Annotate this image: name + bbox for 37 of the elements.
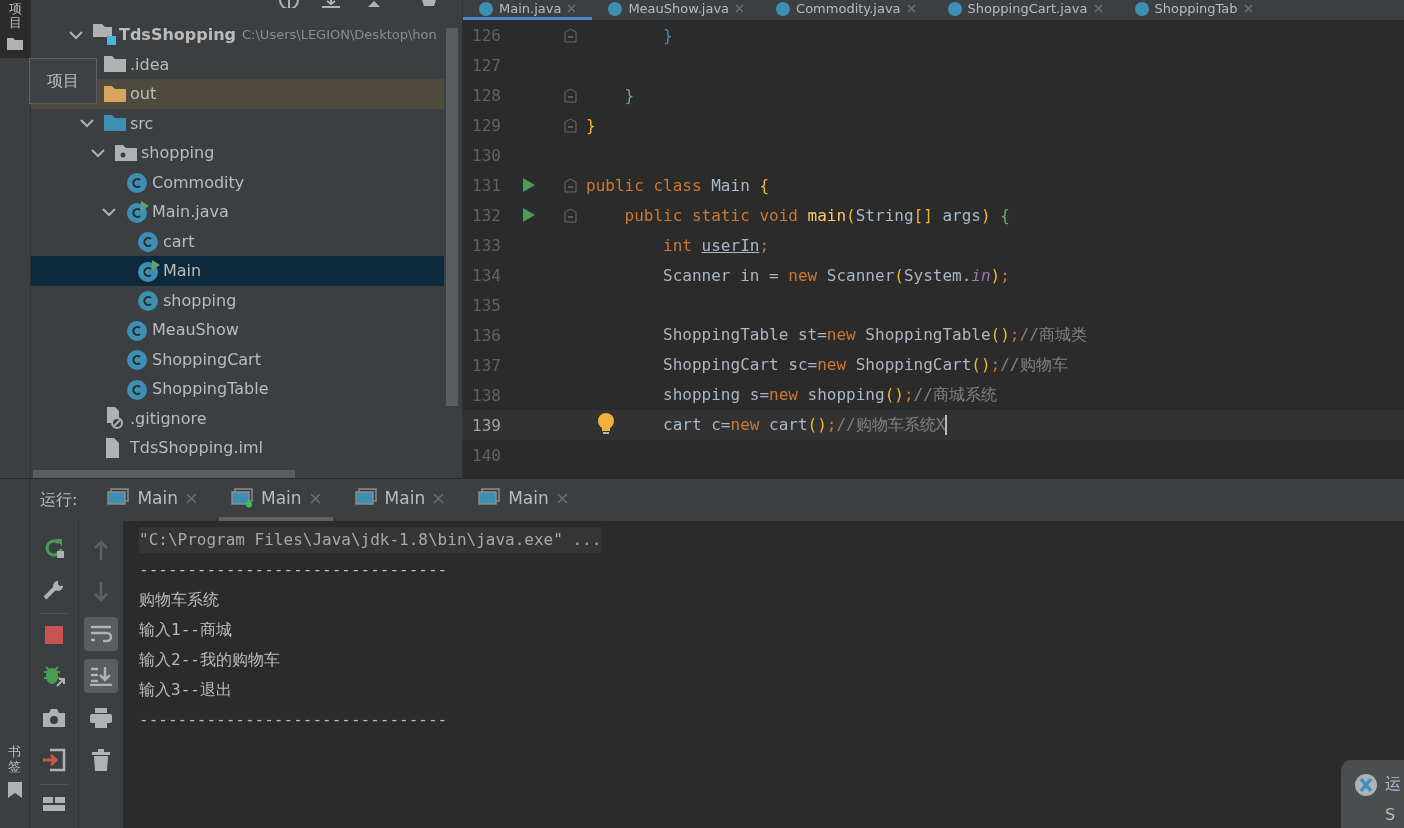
line-number: 133	[471, 235, 501, 255]
line-number: 131	[471, 175, 501, 195]
code-line: shopping s=new shopping();//商城系统	[663, 384, 997, 406]
line-number: 137	[471, 355, 501, 375]
code-line: cart c=new cart();//购物车系统X	[663, 414, 946, 436]
line-number: 126	[471, 25, 501, 45]
line-number: 140	[471, 445, 501, 465]
code-line: }	[586, 115, 596, 135]
project-path: C:\Users\LEGION\Desktop\hon	[242, 27, 437, 43]
tooltip: 项目	[29, 58, 97, 104]
console-line: 输入3--退出	[139, 679, 232, 701]
line-number: 129	[471, 115, 501, 135]
console-line: 输入2--我的购物车	[139, 649, 280, 671]
line-number: 136	[471, 325, 501, 345]
code-line: ShoppingCart sc=new ShoppingCart();//购物车	[663, 354, 1068, 376]
code-line: ShoppingTable st=new ShoppingTable();//商城类	[663, 324, 1087, 346]
console-line: --------------------------------	[139, 709, 448, 731]
notification-title: 运	[1385, 774, 1401, 795]
line-number: 134	[471, 265, 501, 285]
line-number: 139	[471, 415, 501, 435]
code-line: }	[624, 85, 635, 105]
console-line: 输入1--商城	[139, 619, 232, 641]
line-number: 130	[471, 145, 501, 165]
code-line: int userIn;	[663, 235, 770, 255]
code-line: public static void main(String[] args) {	[624, 205, 1010, 225]
console-line: 购物车系统	[139, 589, 219, 611]
line-number: 132	[471, 205, 501, 225]
run-label: 运行:	[39, 489, 79, 511]
code-line: Scanner in = new Scanner(System.in);	[663, 265, 1010, 285]
line-number: 128	[471, 85, 501, 105]
line-number: 138	[471, 385, 501, 405]
code-line: }	[663, 25, 673, 45]
code-line: public class Main {	[586, 175, 770, 195]
console-line: --------------------------------	[139, 559, 448, 581]
line-number: 135	[471, 295, 501, 315]
line-number: 127	[471, 55, 501, 75]
notification-text: S	[1385, 805, 1397, 824]
